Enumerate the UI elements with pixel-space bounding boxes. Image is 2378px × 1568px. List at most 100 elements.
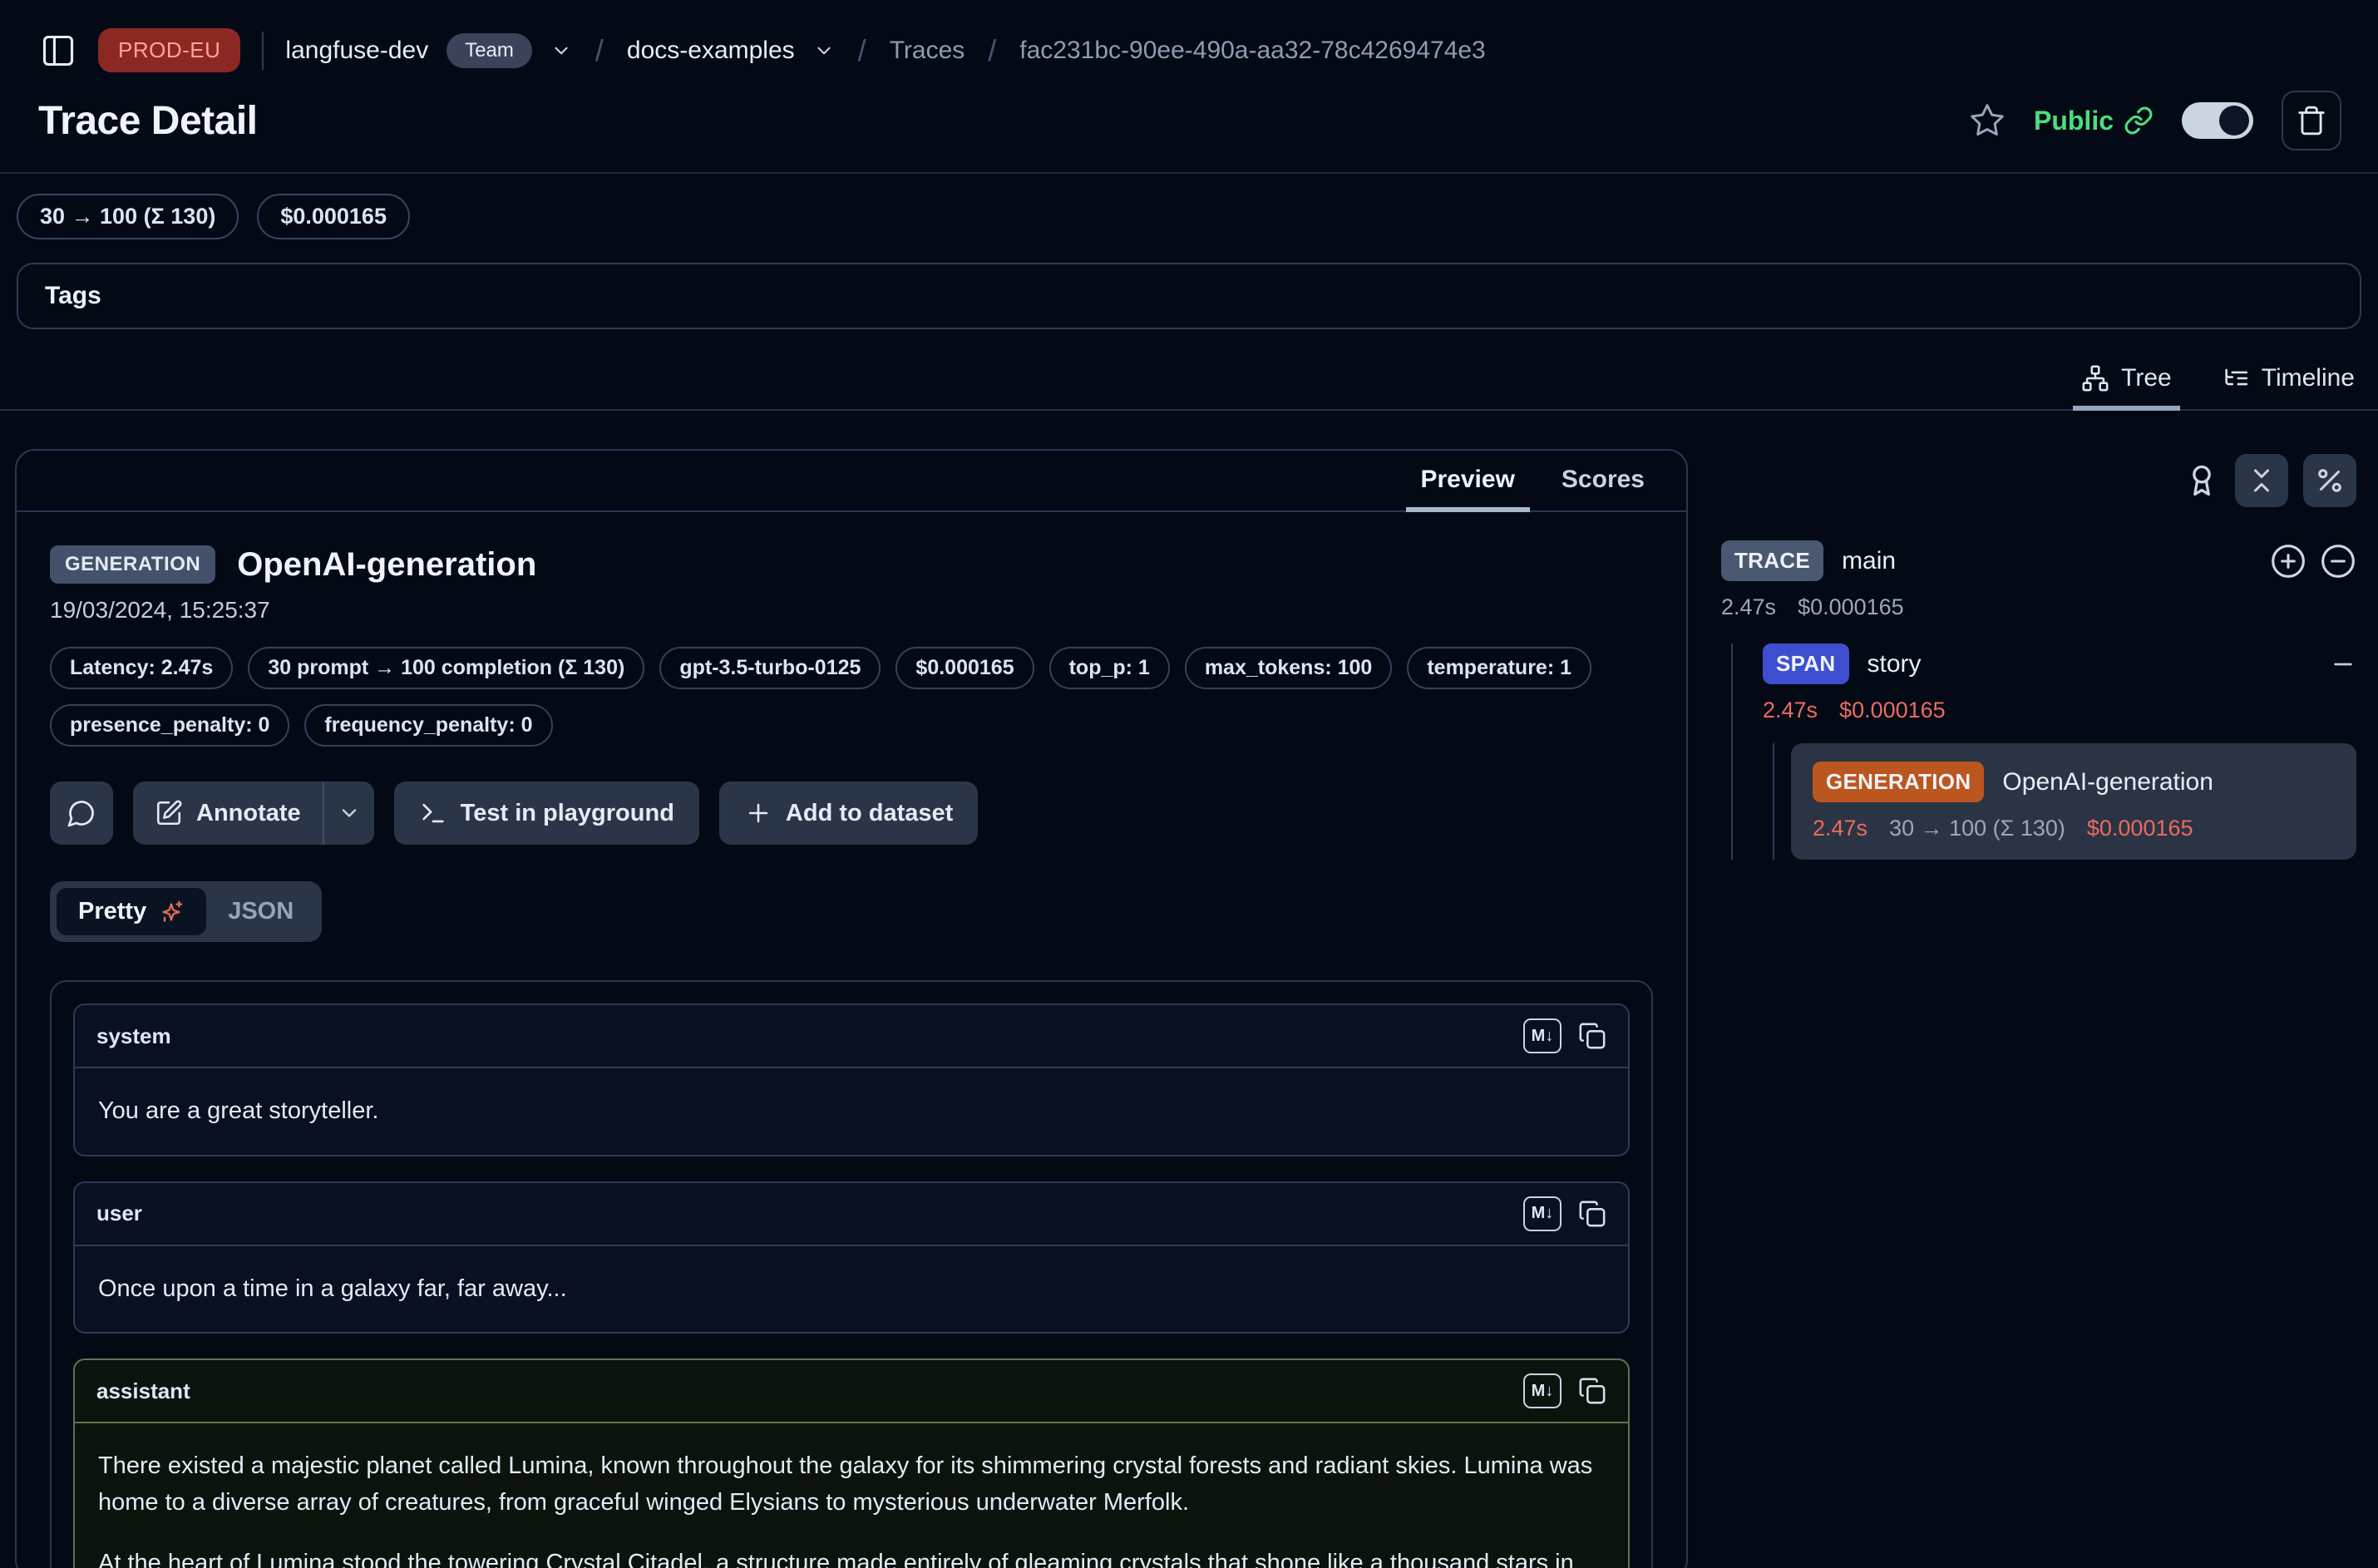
sparkles-icon [158,899,185,925]
breadcrumb-folder[interactable]: docs-examples [627,37,795,65]
tab-preview[interactable]: Preview [1398,451,1538,510]
tree-icon [2081,364,2109,392]
public-toggle[interactable] [2182,102,2253,139]
percent-icon [2315,466,2345,496]
chevron-down-icon[interactable] [813,40,835,62]
span-name: story [1867,650,1922,678]
annotate-button[interactable]: Annotate [133,782,323,845]
model-badge[interactable]: gpt-3.5-turbo-0125 [659,647,881,689]
message-header: assistant M↓ [75,1360,1628,1423]
tree-node-trace[interactable]: TRACE main [1721,540,2356,581]
message-header: user M↓ [75,1183,1628,1246]
trace-cost: $0.000165 [1798,594,1904,620]
bookmark-star-button[interactable] [1969,102,2006,139]
trace-type-badge: TRACE [1721,540,1823,581]
expand-all-button[interactable] [2270,543,2306,579]
breadcrumb-project[interactable]: langfuse-dev [285,37,428,65]
message-header: system M↓ [75,1005,1628,1068]
markdown-toggle-icon[interactable]: M↓ [1523,1196,1561,1231]
breadcrumb: langfuse-dev Team / docs-examples / Trac… [285,33,1485,68]
copy-icon[interactable] [1578,1200,1606,1228]
minus-icon [2330,651,2356,678]
latency-badge: Latency: 2.47s [50,647,233,689]
sidebar-toggle-button[interactable] [40,32,76,69]
collapse-tree-button[interactable] [2320,543,2356,579]
award-button[interactable] [2183,462,2220,499]
plus-circle-icon [2270,543,2306,579]
trace-metrics: 2.47s $0.000165 [1721,594,2356,620]
breadcrumb-separator: / [983,33,1001,68]
observation-header: GENERATION OpenAI-generation [50,545,1653,584]
json-toggle[interactable]: JSON [206,888,315,935]
observation-type-badge: GENERATION [50,545,215,584]
observation-title: OpenAI-generation [237,546,536,584]
markdown-toggle-icon[interactable]: M↓ [1523,1373,1561,1408]
message-paragraph: There existed a majestic planet called L… [98,1448,1605,1521]
content: Preview Scores GENERATION OpenAI-generat… [0,449,2378,1568]
message-role: assistant [96,1378,190,1404]
messages-container: system M↓ You are a great storyteller. [50,980,1653,1568]
message-paragraph: At the heart of Lumina stood the towerin… [98,1546,1605,1568]
trace-name: main [1842,547,1896,575]
topbar-divider [262,32,264,70]
copy-icon[interactable] [1578,1022,1606,1050]
panel-left-icon [40,32,76,69]
span-metrics: 2.47s $0.000165 [1763,698,2356,723]
max-tokens-badge: max_tokens: 100 [1185,647,1393,689]
collapse-all-button[interactable] [2235,454,2288,507]
toggle-knob [2219,106,2249,136]
generation-tokens: 30 → 100 (Σ 130) [1889,816,2065,841]
observation-timestamp: 19/03/2024, 15:25:37 [50,597,1653,624]
annotate-label: Annotate [196,800,301,827]
tags-box[interactable]: Tags [17,263,2361,329]
add-to-dataset-button[interactable]: Add to dataset [719,782,978,845]
tab-tree-label: Tree [2121,364,2172,392]
breadcrumb-traces[interactable]: Traces [890,37,965,65]
tree-children: GENERATION OpenAI-generation 2.47s 30 → … [1773,743,2356,860]
top-p-badge: top_p: 1 [1049,647,1170,689]
breadcrumb-trace-id: fac231bc-90ee-490a-aa32-78c4269474e3 [1019,37,1485,65]
message-assistant: assistant M↓ There existed a majestic pl… [73,1358,1630,1568]
message-paragraph: You are a great storyteller. [98,1093,1605,1130]
summary-badges: 30 → 100 (Σ 130) $0.000165 [0,174,2378,239]
message-tools: M↓ [1523,1196,1606,1231]
message-paragraph: Once upon a time in a galaxy far, far aw… [98,1271,1605,1308]
public-link[interactable]: Public [2034,106,2154,136]
comment-icon [67,798,96,828]
tree-toolbar [1721,454,2356,507]
test-in-playground-button[interactable]: Test in playground [394,782,699,845]
expand-collapse-buttons [2270,543,2356,579]
comment-button[interactable] [50,782,113,845]
message-content: Once upon a time in a galaxy far, far aw… [75,1246,1628,1333]
tab-tree[interactable]: Tree [2081,364,2172,409]
message-system: system M↓ You are a great storyteller. [73,1003,1630,1156]
message-content: There existed a majestic planet called L… [75,1423,1628,1568]
minus-circle-icon [2320,543,2356,579]
collapse-span-button[interactable] [2330,651,2356,678]
metrics-toggle-button[interactable] [2303,454,2356,507]
pretty-toggle[interactable]: Pretty [57,888,206,935]
pen-square-icon [155,799,183,827]
environment-badge: PROD-EU [98,28,240,72]
tree-children: SPAN story 2.47s $0.000165 [1731,643,2356,860]
tab-timeline[interactable]: Timeline [2222,364,2355,409]
temperature-badge: temperature: 1 [1407,647,1591,689]
chevron-down-icon [338,801,361,825]
tree-node-generation-selected[interactable]: GENERATION OpenAI-generation 2.47s 30 → … [1791,743,2356,860]
chevron-down-icon[interactable] [550,40,572,62]
tab-scores[interactable]: Scores [1538,451,1668,510]
span-cost: $0.000165 [1839,698,1946,723]
copy-icon[interactable] [1578,1377,1606,1405]
generation-metrics: 2.47s 30 → 100 (Σ 130) $0.000165 [1813,816,2335,841]
message-role: user [96,1201,142,1226]
delete-trace-button[interactable] [2282,91,2341,150]
annotate-dropdown-button[interactable] [324,782,374,845]
markdown-toggle-icon[interactable]: M↓ [1523,1018,1561,1053]
trash-icon [2296,105,2327,136]
list-tree-icon [2222,364,2250,392]
tab-timeline-label: Timeline [2262,364,2355,392]
cost-badge: $0.000165 [257,194,410,239]
span-latency: 2.47s [1763,698,1818,723]
tree-node-span[interactable]: SPAN story [1763,643,2356,684]
observation-body: GENERATION OpenAI-generation 19/03/2024,… [17,512,1686,1568]
